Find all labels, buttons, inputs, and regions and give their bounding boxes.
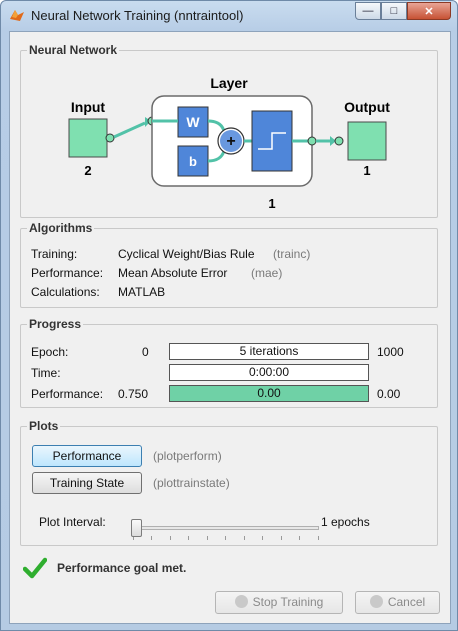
algorithms-panel: Algorithms Training: Cyclical Weight/Bia… bbox=[20, 221, 438, 308]
maximize-button[interactable]: □ bbox=[381, 2, 407, 20]
plot-interval-label: Plot Interval: bbox=[39, 515, 106, 529]
window-title: Neural Network Training (nntraintool) bbox=[31, 8, 244, 23]
title-bar[interactable]: Neural Network Training (nntraintool) — … bbox=[1, 1, 457, 29]
performance-label: Performance: bbox=[31, 266, 104, 280]
time-progress-bar: 0:00:00 bbox=[169, 364, 369, 381]
cancel-icon bbox=[369, 595, 383, 608]
cancel-button[interactable]: Cancel bbox=[355, 591, 440, 614]
neural-network-panel: Neural Network Input 2 Layer W b + 1 Out… bbox=[20, 43, 438, 218]
minimize-button[interactable]: — bbox=[355, 2, 381, 20]
output-node bbox=[347, 121, 387, 161]
algorithms-section-title: Algorithms bbox=[27, 221, 95, 235]
plot-interval-value: 1 epochs bbox=[321, 515, 370, 529]
slider-thumb[interactable] bbox=[131, 519, 142, 537]
input-port-icon bbox=[105, 133, 115, 143]
calculations-value: MATLAB bbox=[118, 285, 166, 299]
performance-value: Mean Absolute Error bbox=[118, 266, 228, 280]
plot-training-state-label: Training State bbox=[49, 476, 125, 490]
stop-icon bbox=[234, 595, 248, 608]
calculations-label: Calculations: bbox=[31, 285, 100, 299]
minimize-icon: — bbox=[362, 5, 374, 17]
close-icon: ✕ bbox=[424, 5, 434, 18]
input-node bbox=[68, 118, 108, 158]
plot-performance-button[interactable]: Performance bbox=[32, 445, 142, 467]
epoch-label: Epoch: bbox=[31, 345, 69, 359]
output-port-icon bbox=[334, 136, 344, 146]
plot-interval-slider[interactable] bbox=[133, 526, 319, 530]
performance-max: 0.00 bbox=[377, 387, 401, 401]
cancel-label: Cancel bbox=[387, 595, 426, 609]
layer-size: 1 bbox=[268, 196, 275, 211]
performance-func: (mae) bbox=[251, 266, 283, 280]
plus-icon: + bbox=[226, 133, 235, 150]
network-diagram: Input 2 Layer W b + 1 Output 1 bbox=[68, 75, 390, 211]
plot-training-state-button[interactable]: Training State bbox=[32, 472, 142, 494]
plots-section-title: Plots bbox=[27, 419, 61, 433]
progress-section-title: Progress bbox=[27, 317, 84, 331]
input-label: Input bbox=[71, 99, 106, 115]
layer-output-port-icon bbox=[307, 136, 317, 146]
training-func: (trainc) bbox=[273, 247, 311, 261]
stop-training-label: Stop Training bbox=[252, 595, 324, 609]
epoch-max: 1000 bbox=[377, 345, 404, 359]
close-button[interactable]: ✕ bbox=[407, 2, 451, 20]
plot-performance-label: Performance bbox=[52, 449, 122, 463]
epoch-progress-bar: 5 iterations bbox=[169, 343, 369, 360]
epoch-value: 5 iterations bbox=[239, 344, 299, 358]
performance-progress-value: 0.00 bbox=[257, 386, 281, 400]
progress-panel: Progress Epoch: 0 5 iterations 1000 Time… bbox=[20, 317, 438, 408]
training-value: Cyclical Weight/Bias Rule bbox=[118, 247, 255, 261]
weight-label: W bbox=[186, 114, 200, 130]
training-window: Neural Network Training (nntraintool) — … bbox=[0, 0, 458, 631]
performance-min: 0.750 bbox=[118, 387, 149, 401]
performance-progress-label: Performance: bbox=[31, 387, 104, 401]
plot-training-state-func: (plottrainstate) bbox=[153, 476, 230, 490]
output-size: 1 bbox=[363, 163, 370, 178]
layer-label: Layer bbox=[210, 75, 248, 91]
status-message: Performance goal met. bbox=[57, 561, 187, 575]
maximize-icon: □ bbox=[390, 5, 398, 17]
slider-ticks bbox=[133, 536, 319, 540]
bias-label: b bbox=[189, 154, 197, 169]
output-label: Output bbox=[344, 99, 390, 115]
plots-panel: Plots Performance (plotperform) Training… bbox=[20, 419, 438, 546]
input-size: 2 bbox=[84, 163, 91, 178]
time-label: Time: bbox=[31, 366, 61, 380]
time-value: 0:00:00 bbox=[248, 365, 290, 379]
plot-performance-func: (plotperform) bbox=[153, 449, 222, 463]
matlab-logo-icon bbox=[10, 10, 24, 21]
epoch-min: 0 bbox=[142, 345, 149, 359]
client-area: Neural Network Input 2 Layer W b + 1 Out… bbox=[9, 31, 451, 624]
stop-training-button[interactable]: Stop Training bbox=[215, 591, 343, 614]
checkmark-icon bbox=[23, 557, 47, 579]
input-connection bbox=[113, 121, 146, 139]
training-label: Training: bbox=[31, 247, 78, 261]
performance-progress-bar: 0.00 bbox=[169, 385, 369, 402]
